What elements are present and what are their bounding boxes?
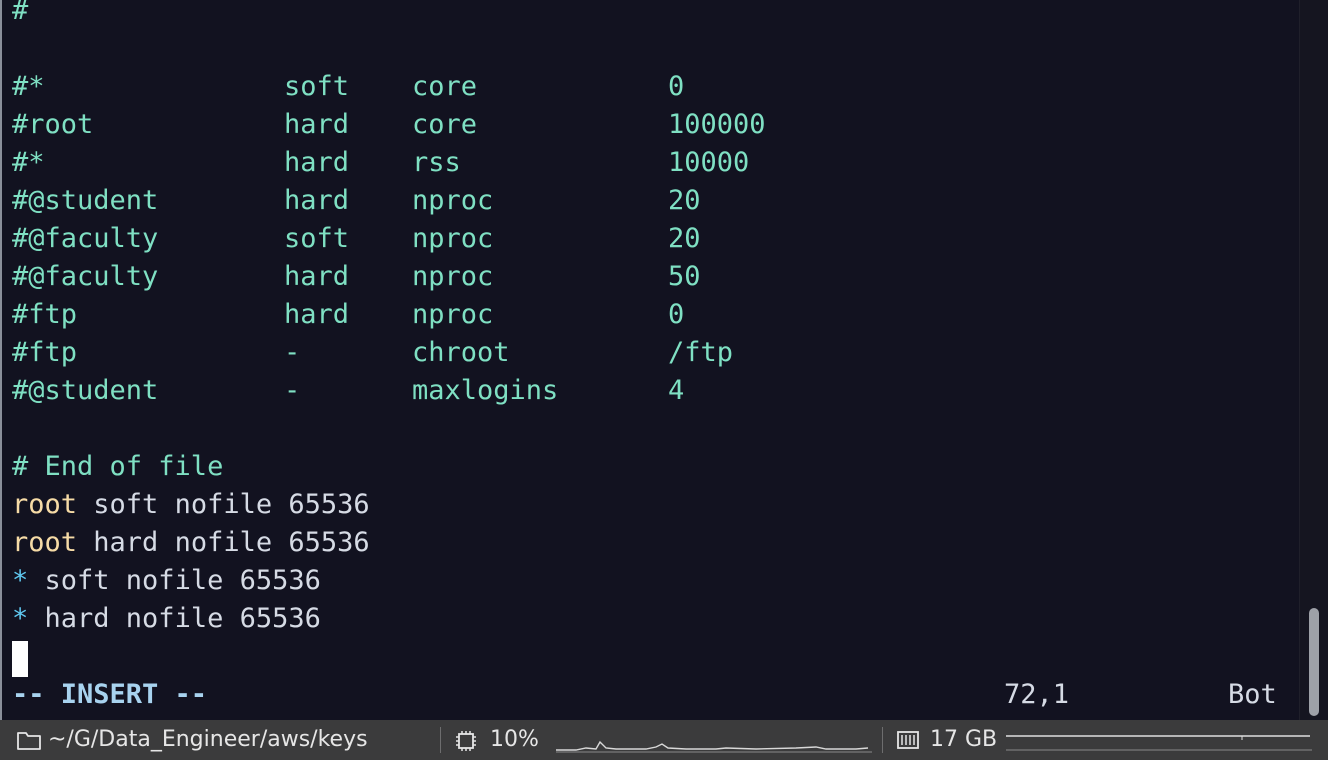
end-of-file-comment: # End of file: [12, 451, 224, 482]
domain-keyword: root: [12, 527, 78, 558]
config-line: * hard nofile 65536: [12, 600, 321, 638]
limits-item: chroot: [412, 337, 510, 368]
domain-keyword: root: [12, 489, 78, 520]
terminal-window: # #* soft core 0 #root hard core 100000 …: [0, 0, 1328, 760]
limits-row: #root hard core 100000: [12, 106, 766, 144]
limits-domain: #@faculty: [12, 223, 159, 254]
limits-domain: #ftp: [12, 299, 78, 330]
limits-value: 0: [668, 71, 685, 102]
limits-value: 0: [668, 299, 685, 330]
folder-icon: [16, 729, 42, 757]
limits-type: -: [284, 337, 301, 368]
limits-value: 20: [668, 185, 701, 216]
limits-row: #* soft core 0: [12, 68, 684, 106]
limits-type: hard: [284, 261, 350, 292]
limits-domain: #root: [12, 109, 94, 140]
limits-item: rss: [412, 147, 461, 178]
scrollbar-thumb[interactable]: [1309, 608, 1319, 716]
limits-domain: #@student: [12, 375, 159, 406]
limits-row: #ftp - chroot /ftp: [12, 334, 733, 372]
limits-type: hard: [284, 147, 350, 178]
status-separator: [440, 727, 441, 753]
limits-row: #@faculty soft nproc 20: [12, 220, 701, 258]
limits-type: soft: [284, 223, 350, 254]
limit-spec: soft nofile 65536: [28, 565, 321, 596]
limits-domain: #*: [12, 71, 45, 102]
limits-domain: #*: [12, 147, 45, 178]
current-directory[interactable]: ~/G/Data_Engineer/aws/keys: [48, 720, 368, 760]
limits-item: nproc: [412, 185, 494, 216]
comment-line: #: [12, 0, 29, 26]
limit-spec: soft nofile 65536: [77, 489, 370, 520]
limits-type: hard: [284, 109, 350, 140]
limits-value: 10000: [668, 147, 750, 178]
limits-item: nproc: [412, 261, 494, 292]
limits-type: hard: [284, 185, 350, 216]
limits-row: #@student hard nproc 20: [12, 182, 701, 220]
limits-value: /ftp: [668, 337, 734, 368]
memory-usage: 17 GB: [930, 727, 998, 752]
limits-domain: #ftp: [12, 337, 78, 368]
memory-icon: [896, 729, 920, 757]
limits-item: maxlogins: [412, 375, 559, 406]
limits-type: soft: [284, 71, 350, 102]
cursor-position: 72,1: [1004, 679, 1070, 710]
limit-spec: hard nofile 65536: [28, 603, 321, 634]
limits-row: #ftp hard nproc 0: [12, 296, 684, 334]
limits-item: core: [412, 71, 478, 102]
limits-row: #@student - maxlogins 4: [12, 372, 684, 410]
limits-type: hard: [284, 299, 350, 330]
config-line: root soft nofile 65536: [12, 486, 370, 524]
scroll-position: Bot: [1228, 679, 1277, 710]
domain-keyword: *: [12, 565, 29, 596]
limits-row: #* hard rss 10000: [12, 144, 749, 182]
cpu-sparkline: [556, 740, 872, 753]
limits-value: 100000: [668, 109, 766, 140]
limits-item: core: [412, 109, 478, 140]
cpu-usage: 10%: [490, 727, 539, 752]
status-separator: [882, 727, 883, 753]
cpu-chip-icon: [454, 729, 478, 759]
text-cursor: [12, 641, 28, 677]
vertical-scrollbar[interactable]: [1299, 0, 1328, 720]
vim-editor[interactable]: # #* soft core 0 #root hard core 100000 …: [0, 0, 1328, 720]
memory-sparkline: [1006, 735, 1312, 751]
limits-item: nproc: [412, 223, 494, 254]
limits-domain: #@faculty: [12, 261, 159, 292]
limits-value: 20: [668, 223, 701, 254]
limits-row: #@faculty hard nproc 50: [12, 258, 701, 296]
domain-keyword: *: [12, 603, 29, 634]
limits-domain: #@student: [12, 185, 159, 216]
config-line: * soft nofile 65536: [12, 562, 321, 600]
limits-value: 50: [668, 261, 701, 292]
vim-mode-indicator: -- INSERT --: [12, 679, 208, 710]
config-line: root hard nofile 65536: [12, 524, 370, 562]
terminal-status-bar: ~/G/Data_Engineer/aws/keys 10% 17 GB: [0, 720, 1328, 760]
limits-item: nproc: [412, 299, 494, 330]
limits-type: -: [284, 375, 301, 406]
limit-spec: hard nofile 65536: [77, 527, 370, 558]
limits-value: 4: [668, 375, 685, 406]
